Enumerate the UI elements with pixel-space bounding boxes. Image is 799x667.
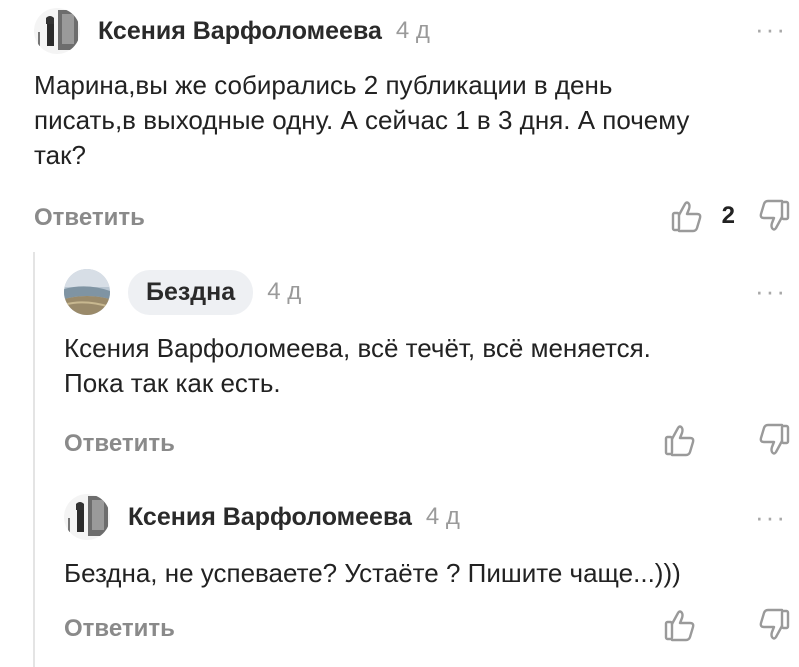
like-count: 2: [721, 202, 735, 229]
reply-button[interactable]: Ответить: [64, 615, 175, 643]
more-dots-icon[interactable]: ···: [755, 16, 787, 42]
avatar[interactable]: [64, 494, 110, 540]
comment-time: 4 д: [395, 17, 430, 44]
comment-time: 4 д: [267, 278, 302, 305]
avatar[interactable]: [34, 8, 80, 54]
thumbs-up-icon[interactable]: [663, 607, 697, 643]
reply-thread-line: [33, 252, 35, 667]
reply-button[interactable]: Ответить: [64, 430, 175, 458]
comment-text: Марина,вы же собирались 2 публикации в д…: [34, 70, 690, 170]
author-name[interactable]: Ксения Варфоломеева: [98, 17, 382, 46]
vote-controls: 2: [670, 198, 791, 234]
author-name[interactable]: Бездна: [128, 269, 254, 315]
vote-controls: [663, 607, 791, 643]
comment-text: Бездна, не успеваете? Устаёте ? Пишите ч…: [64, 558, 681, 588]
comment-header: Ксения Варфоломеева 4 д: [64, 494, 460, 540]
thumbs-up-icon[interactable]: [663, 422, 697, 458]
avatar[interactable]: [64, 269, 110, 315]
comment-time: 4 д: [425, 503, 460, 530]
vote-controls: [663, 422, 791, 458]
more-dots-icon[interactable]: ···: [755, 504, 787, 530]
thumbs-down-icon[interactable]: [757, 198, 791, 234]
comment-header: Ксения Варфоломеева 4 д: [34, 8, 430, 54]
reply-button[interactable]: Ответить: [34, 204, 145, 232]
thumbs-down-icon[interactable]: [757, 607, 791, 643]
author-name[interactable]: Ксения Варфоломеева: [128, 503, 412, 532]
comment-text: Ксения Варфоломеева, всё течёт, всё меня…: [64, 333, 651, 398]
more-dots-icon[interactable]: ···: [755, 278, 787, 304]
comment-header: Бездна 4 д: [64, 269, 301, 315]
thumbs-down-icon[interactable]: [757, 422, 791, 458]
thumbs-up-icon[interactable]: [670, 198, 704, 234]
